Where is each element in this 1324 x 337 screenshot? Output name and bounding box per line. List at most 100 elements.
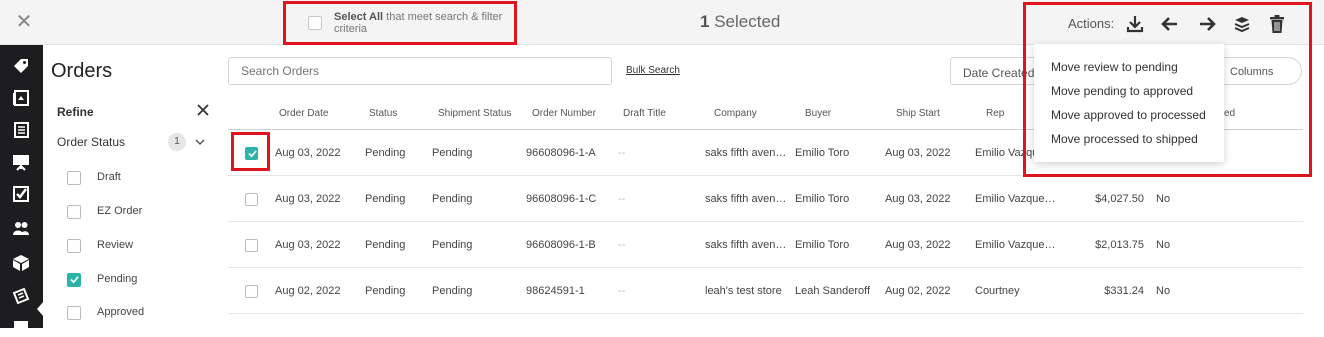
- trash-icon[interactable]: [1267, 14, 1287, 34]
- select-all-checkbox[interactable]: [308, 16, 322, 30]
- filter-ez-order-label: EZ Order: [97, 205, 143, 217]
- arrow-left-icon[interactable]: [1160, 14, 1180, 34]
- cell-buyer: Emilio Toro: [795, 239, 850, 251]
- book-icon[interactable]: [12, 121, 30, 139]
- row-checkbox[interactable]: [245, 193, 258, 206]
- cell-status: Pending: [365, 285, 406, 297]
- cell-ship-start: Aug 03, 2022: [885, 147, 951, 159]
- cell-order-number[interactable]: 96608096-1-B: [526, 239, 596, 251]
- filter-draft-label: Draft: [97, 171, 121, 183]
- filter-review-checkbox[interactable]: [67, 239, 81, 253]
- cell-rep: Emilio Vazque…: [975, 193, 1056, 205]
- table-row[interactable]: Aug 03, 2022 Pending Pending 96608096-1-…: [228, 222, 1303, 268]
- cell-ship-start: Aug 03, 2022: [885, 193, 951, 205]
- cell-buyer: Emilio Toro: [795, 193, 850, 205]
- presentation-icon[interactable]: [12, 153, 30, 171]
- col-status[interactable]: Status: [369, 108, 397, 119]
- filter-approved-label: Approved: [97, 306, 145, 318]
- cell-status: Pending: [365, 193, 406, 205]
- col-ship-start[interactable]: Ship Start: [896, 108, 940, 119]
- bulk-search-link[interactable]: Bulk Search: [626, 65, 680, 76]
- cell-buyer: Emilio Toro: [795, 147, 850, 159]
- cell-shipment-status: Pending: [432, 193, 473, 205]
- row-checkbox[interactable]: [245, 147, 258, 160]
- cell-ship-start: Aug 03, 2022: [885, 239, 951, 251]
- menu-item-pending-to-approved[interactable]: Move pending to approved: [1051, 84, 1193, 98]
- refine-label: Refine: [57, 105, 94, 119]
- columns-label: Columns: [1230, 66, 1274, 78]
- catalog-icon[interactable]: [12, 89, 30, 107]
- check-icon: [248, 150, 257, 158]
- table-row[interactable]: Aug 02, 2022 Pending Pending 98624591-1 …: [228, 268, 1303, 314]
- cell-flag: No: [1156, 193, 1171, 205]
- date-filter-select[interactable]: Date Created: [950, 57, 1040, 85]
- col-rep[interactable]: Rep: [986, 108, 1004, 119]
- filter-pending-checkbox[interactable]: [67, 273, 81, 287]
- cell-order-number[interactable]: 96608096-1-C: [526, 193, 596, 205]
- cell-order-date: Aug 03, 2022: [275, 239, 341, 251]
- cell-order-number[interactable]: 98624591-1: [526, 285, 585, 297]
- cell-order-date: Aug 02, 2022: [275, 285, 341, 297]
- close-selection-icon[interactable]: ✕: [14, 12, 34, 32]
- close-refine-icon[interactable]: [195, 102, 211, 118]
- menu-item-review-to-pending[interactable]: Move review to pending: [1051, 60, 1178, 74]
- filter-ez-order-checkbox[interactable]: [67, 205, 81, 219]
- col-draft-title[interactable]: Draft Title: [623, 108, 666, 119]
- cell-company: leah's test store: [705, 285, 782, 297]
- cell-status: Pending: [365, 239, 406, 251]
- order-status-label[interactable]: Order Status: [57, 135, 125, 149]
- checklist-icon[interactable]: [12, 185, 30, 203]
- select-all-control[interactable]: Select All that meet search & filter cri…: [283, 1, 517, 45]
- filter-draft-checkbox[interactable]: [67, 171, 81, 185]
- cell-rep: Emilio Vazqu: [975, 147, 1039, 159]
- row-checkbox[interactable]: [245, 239, 258, 252]
- table-row[interactable]: Aug 03, 2022 Pending Pending 96608096-1-…: [228, 176, 1303, 222]
- cell-draft-title: --: [618, 285, 626, 297]
- cell-order-number[interactable]: 96608096-1-A: [526, 147, 596, 159]
- arrow-right-icon[interactable]: [1197, 14, 1217, 34]
- col-shipment-status[interactable]: Shipment Status: [438, 108, 511, 119]
- date-filter-label: Date Created: [963, 66, 1035, 80]
- cell-amount: $4,027.50: [1095, 193, 1144, 205]
- check-icon: [70, 276, 79, 284]
- more-icon[interactable]: [12, 319, 30, 337]
- users-icon[interactable]: [12, 219, 30, 237]
- tag-icon[interactable]: [12, 57, 30, 75]
- cell-flag: No: [1156, 285, 1171, 297]
- cell-status: Pending: [365, 147, 406, 159]
- menu-item-processed-to-shipped[interactable]: Move processed to shipped: [1051, 132, 1198, 146]
- filter-pending-label: Pending: [97, 273, 138, 285]
- download-icon[interactable]: [1125, 14, 1145, 34]
- cell-shipment-status: Pending: [432, 239, 473, 251]
- cell-order-date: Aug 03, 2022: [275, 147, 341, 159]
- selection-toolbar: ✕ 1 Selected Actions:: [0, 0, 1324, 45]
- col-buyer[interactable]: Buyer: [805, 108, 831, 119]
- active-nav-indicator: [37, 301, 44, 317]
- selected-word: Selected: [709, 12, 781, 31]
- row-checkbox[interactable]: [245, 285, 258, 298]
- box-icon[interactable]: [12, 254, 30, 272]
- col-truncated[interactable]: ed: [1224, 108, 1235, 119]
- order-status-count-badge: 1: [168, 133, 186, 151]
- select-all-bold: Select All: [334, 11, 384, 23]
- col-order-number[interactable]: Order Number: [532, 108, 596, 119]
- search-orders-field[interactable]: [228, 57, 612, 85]
- chevron-down-icon[interactable]: [194, 137, 206, 147]
- cell-draft-title: --: [618, 147, 626, 159]
- col-company[interactable]: Company: [714, 108, 757, 119]
- actions-menu: Move review to pending Move pending to a…: [1034, 44, 1224, 162]
- cell-draft-title: --: [618, 239, 626, 251]
- cell-ship-start: Aug 02, 2022: [885, 285, 951, 297]
- ticket-icon[interactable]: [12, 287, 30, 305]
- actions-label: Actions:: [1068, 16, 1115, 31]
- filter-approved-checkbox[interactable]: [67, 306, 81, 320]
- col-order-date[interactable]: Order Date: [279, 108, 328, 119]
- cell-company: saks fifth aven…: [705, 239, 787, 251]
- move-stack-icon[interactable]: [1232, 14, 1252, 34]
- cell-buyer: Leah Sanderoff: [795, 285, 871, 297]
- selected-count: 1 Selected: [700, 12, 940, 32]
- search-input[interactable]: [229, 58, 611, 84]
- cell-draft-title: --: [618, 193, 626, 205]
- select-all-text: Select All that meet search & filter cri…: [334, 11, 514, 35]
- menu-item-approved-to-processed[interactable]: Move approved to processed: [1051, 108, 1206, 122]
